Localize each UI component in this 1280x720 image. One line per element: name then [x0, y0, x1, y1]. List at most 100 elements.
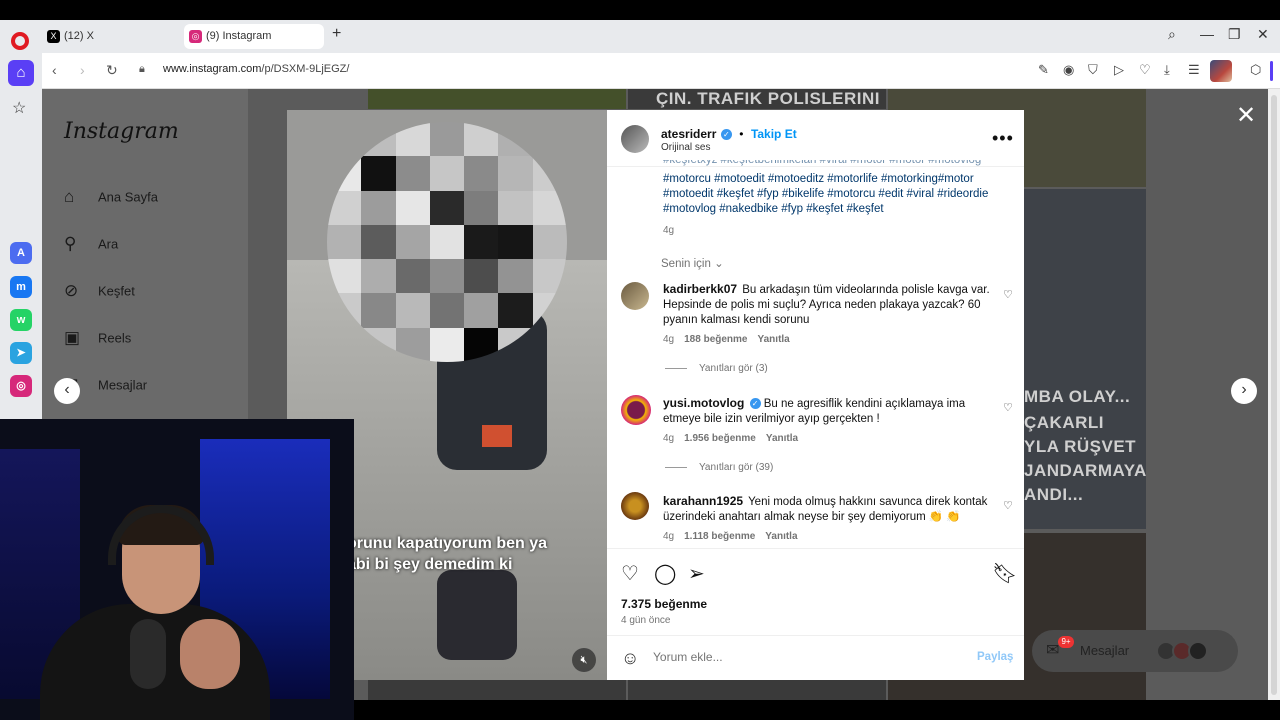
post-details-panel: atesriderr ✓ • Takip Et Orijinal ses •••…	[607, 110, 1024, 680]
author-avatar[interactable]	[621, 125, 649, 153]
comment-avatar[interactable]	[621, 282, 649, 310]
view-replies-button[interactable]: Yanıtları gör (39)	[665, 462, 773, 473]
comment-likes[interactable]: 1.118 beğenme	[684, 531, 755, 542]
view-replies-button[interactable]: Yanıtları gör (3)	[665, 363, 768, 374]
caption-line[interactable]: #motorcu #motoedit #motoeditz #motorlife…	[663, 172, 1008, 187]
play-icon[interactable]: ▷	[1114, 62, 1124, 78]
emoji-icon[interactable]: ☺	[621, 648, 639, 669]
floating-messages-button[interactable]: ✉ 9+ Mesajlar	[1032, 630, 1238, 672]
caption-line[interactable]: #motoedit #keşfet #fyp #bikelife #motorc…	[663, 187, 1008, 202]
reload-icon[interactable]: ↻	[106, 62, 118, 79]
screen: ⌂ ☆ A m w ➤ ◎ X (12) X ◎ (9) Instagram +…	[0, 0, 1280, 720]
comment-like-heart-icon[interactable]: ♡	[1003, 288, 1013, 301]
comment-time: 4g	[663, 433, 675, 444]
telegram-icon[interactable]: ➤	[10, 342, 32, 364]
tab-search-icon[interactable]: ⌕	[1168, 26, 1176, 43]
tab-instagram[interactable]: ◎ (9) Instagram	[184, 24, 324, 49]
comment-username[interactable]: karahann1925	[663, 494, 743, 508]
minimize-icon[interactable]: —	[1200, 26, 1214, 42]
menu-lines-icon[interactable]: ☰	[1188, 62, 1200, 78]
verified-badge-icon: ✓	[720, 129, 732, 140]
comment-avatar[interactable]	[621, 395, 651, 425]
comment-input[interactable]	[653, 650, 953, 664]
nav-home[interactable]: ⌂ Ana Sayfa	[64, 187, 158, 207]
reply-button[interactable]: Yanıtla	[765, 531, 797, 542]
comment-username[interactable]: yusi.motovlog	[663, 396, 744, 410]
comment-like-heart-icon[interactable]: ♡	[1003, 499, 1013, 512]
lock-icon: 🔒︎	[139, 63, 145, 75]
comment-bubble-icon[interactable]: ◯	[654, 561, 676, 586]
opera-logo-icon[interactable]	[11, 32, 29, 50]
post-comment-button[interactable]: Paylaş	[977, 651, 1013, 663]
heart-icon[interactable]: ♡	[1139, 62, 1151, 78]
page-scrollbar[interactable]	[1268, 89, 1280, 700]
caption-time: 4g	[663, 225, 675, 236]
sidebar-indicator	[1270, 61, 1273, 81]
more-options-icon[interactable]: •••	[992, 128, 1014, 149]
camera-icon[interactable]: ◉	[1063, 62, 1074, 78]
restore-icon[interactable]: ❐	[1228, 26, 1241, 43]
nav-search[interactable]: ⚲ Ara	[64, 234, 118, 254]
tab-label: (12) X	[64, 30, 94, 42]
grid-tile[interactable]	[368, 679, 626, 700]
comment-likes[interactable]: 188 beğenme	[684, 334, 747, 345]
nav-explore[interactable]: ⊘ Keşfet	[64, 281, 135, 301]
next-post-button[interactable]: ›	[1231, 378, 1257, 404]
tile-text: YLA RÜŞVET	[1024, 437, 1137, 456]
caption-line: #keşfetxyz #keşfetbenimkelan #viral #mot…	[663, 160, 982, 166]
caption-line[interactable]: #motovlog #nakedbike #fyp #keşfet #keşfe…	[663, 202, 1008, 217]
follow-button[interactable]: Takip Et	[751, 127, 797, 141]
reply-button[interactable]: Yanıtla	[758, 334, 790, 345]
nav-reels[interactable]: ▣ Reels	[64, 328, 131, 348]
save-bookmark-icon[interactable]: 🔖︎	[992, 561, 1017, 586]
url-field[interactable]: www.instagram.com/p/DSXM-9LjEGZ/	[163, 63, 349, 75]
subtitle-line: orunu kapatıyorum ben ya	[347, 535, 548, 552]
scrollbar-thumb[interactable]	[1271, 95, 1277, 695]
for-you-dropdown[interactable]: Senin için ⌄	[661, 256, 724, 270]
profile-avatar[interactable]	[1210, 60, 1232, 82]
top-black-bar	[0, 0, 1280, 20]
close-modal-icon[interactable]: ✕	[1236, 101, 1256, 130]
post-header: atesriderr ✓ • Takip Et Orijinal ses •••	[607, 110, 1024, 167]
add-comment-bar: ☺ Paylaş	[607, 635, 1024, 680]
instagram-wordmark[interactable]: Instagram	[64, 119, 179, 144]
previous-post-button[interactable]: ‹	[54, 378, 80, 404]
aria-icon[interactable]: A	[10, 242, 32, 264]
like-heart-icon[interactable]: ♡	[621, 561, 639, 586]
back-icon[interactable]: ‹	[52, 62, 57, 78]
audio-label[interactable]: Orijinal ses	[661, 142, 710, 153]
messages-badge: 9+	[1058, 636, 1074, 648]
extensions-cube-icon[interactable]: ⬡	[1250, 62, 1261, 78]
webcam-overlay	[0, 419, 354, 720]
tile-text: ANDI...	[1024, 485, 1084, 504]
new-tab-plus-icon[interactable]: +	[332, 25, 341, 43]
mute-icon[interactable]: 🔇︎	[572, 648, 596, 672]
author-username[interactable]: atesriderr	[661, 127, 716, 141]
grid-tile[interactable]	[628, 679, 886, 700]
reply-button[interactable]: Yanıtla	[766, 433, 798, 444]
bookmark-star-icon[interactable]: ☆	[12, 98, 26, 118]
comment-username[interactable]: kadirberkk07	[663, 282, 737, 296]
messenger-icon[interactable]: m	[10, 276, 32, 298]
home-icon[interactable]: ⌂	[8, 60, 34, 86]
tab-bar: X (12) X ◎ (9) Instagram + ⌕ — ❐ ✕	[42, 20, 1280, 53]
comment-time: 4g	[663, 531, 675, 542]
close-window-icon[interactable]: ✕	[1257, 26, 1269, 43]
edit-icon[interactable]: ✎	[1038, 62, 1049, 78]
post-actions: ♡ ◯ ➢ 🔖︎ 7.375 beğenme 4 gün önce	[607, 548, 1024, 635]
share-send-icon[interactable]: ➢	[688, 561, 705, 586]
comment-likes[interactable]: 1.956 beğenme	[684, 433, 756, 444]
grid-tile[interactable]	[368, 89, 626, 109]
download-icon[interactable]: ⤓	[1164, 62, 1170, 78]
like-count[interactable]: 7.375 beğenme	[621, 597, 707, 611]
tab-x[interactable]: X (12) X	[42, 24, 178, 49]
comment-like-heart-icon[interactable]: ♡	[1003, 401, 1013, 414]
forward-icon[interactable]: ›	[80, 62, 85, 78]
grid-tile[interactable]: ÇIN. TRAFIK POLISLERINI	[628, 89, 886, 109]
comment-avatar[interactable]	[621, 492, 649, 520]
instagram-sidebar-icon[interactable]: ◎	[10, 375, 32, 397]
shield-icon[interactable]: ⛉	[1088, 62, 1098, 78]
comment-text: yusi.motovlog ✓ Bu ne agresiflik kendini…	[663, 396, 1003, 427]
whatsapp-icon[interactable]: w	[10, 309, 32, 331]
search-icon: ⚲	[64, 234, 77, 253]
